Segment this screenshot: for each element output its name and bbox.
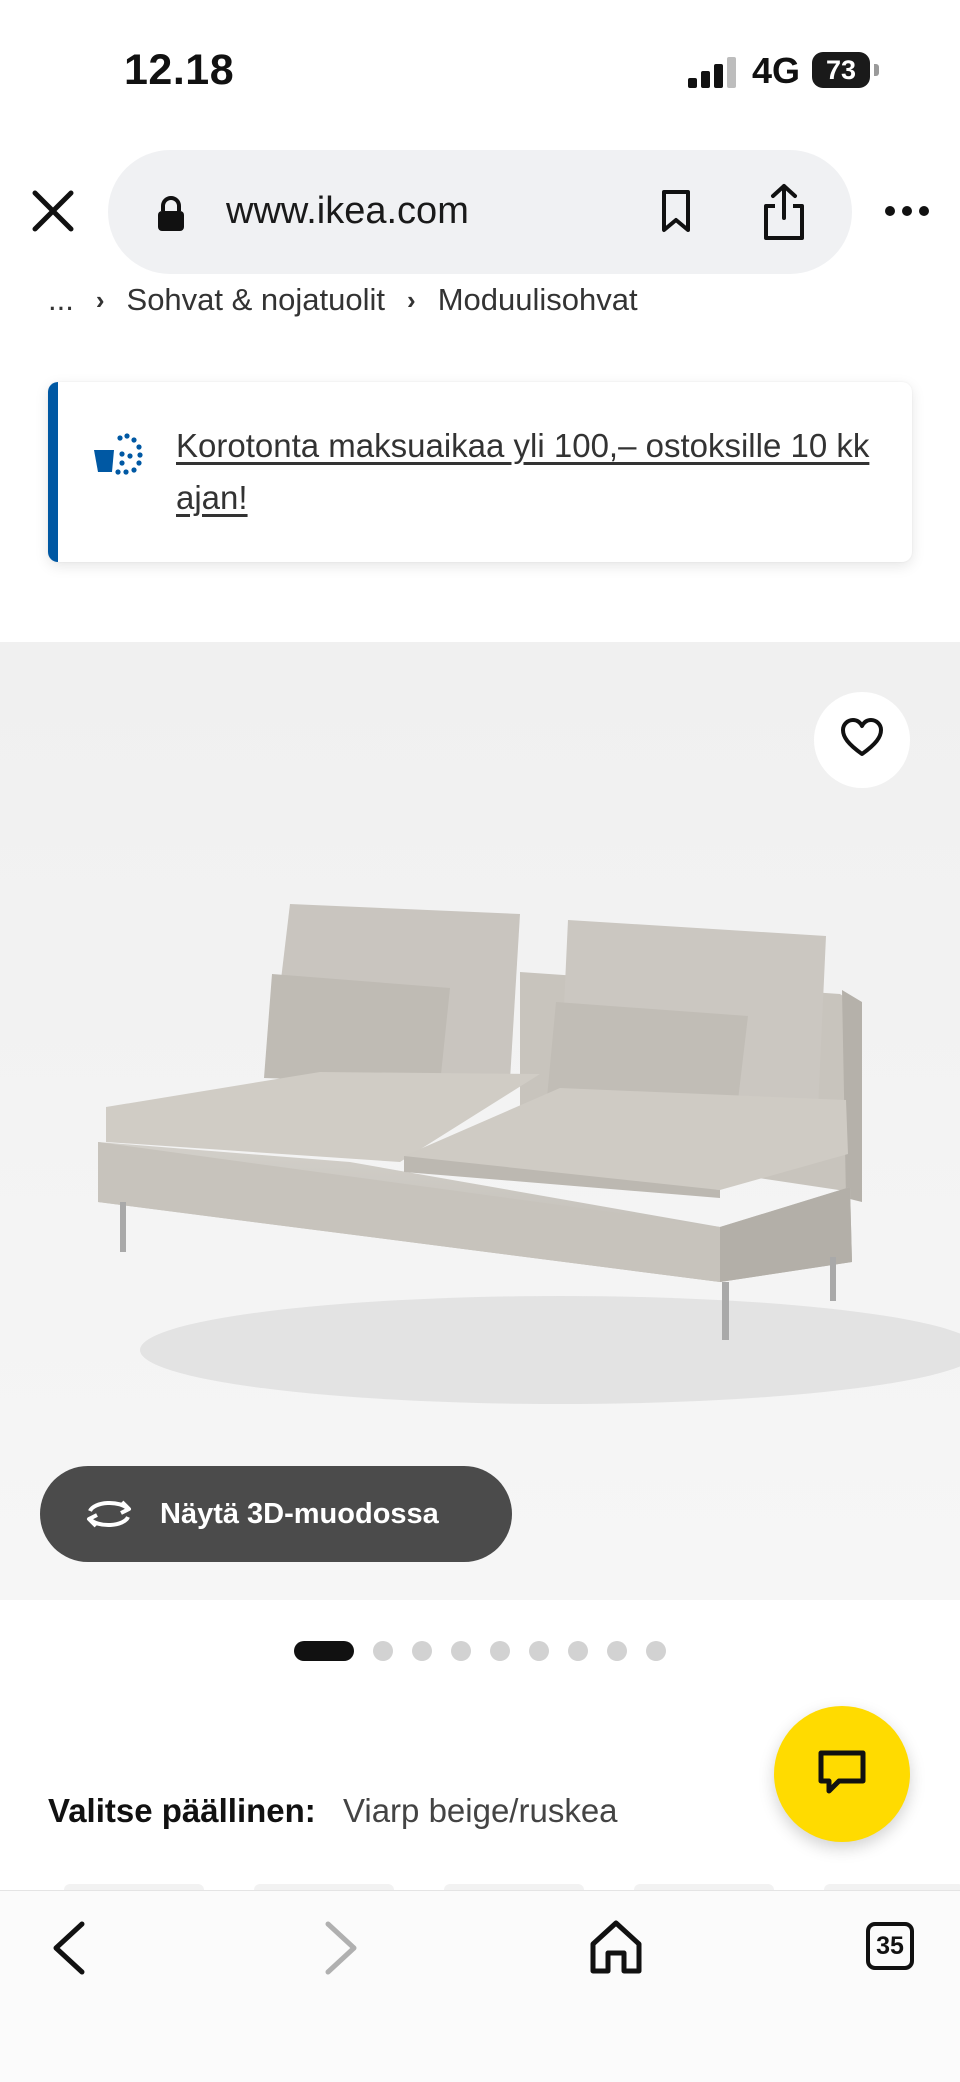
carousel-dot[interactable] <box>373 1641 393 1661</box>
carousel-dot[interactable] <box>646 1641 666 1661</box>
battery-cap <box>874 64 879 76</box>
promo-accent-bar <box>48 382 58 562</box>
carousel-dot[interactable] <box>294 1641 354 1661</box>
promo-link[interactable]: Korotonta maksuaikaa yli 100,– ostoksill… <box>176 420 888 524</box>
url-text[interactable]: www.ikea.com <box>226 190 469 233</box>
lock-icon <box>156 196 186 232</box>
chat-icon <box>817 1749 867 1800</box>
view-3d-button[interactable]: Näytä 3D-muodossa <box>40 1466 512 1562</box>
address-bar[interactable] <box>108 150 852 274</box>
breadcrumb-item-sofas[interactable]: Sohvat & nojatuolit <box>127 282 386 318</box>
carousel-dot[interactable] <box>490 1641 510 1661</box>
breadcrumb: ... › Sohvat & nojatuolit › Moduulisohva… <box>48 282 638 318</box>
signal-icon <box>688 56 736 88</box>
status-time: 12.18 <box>124 46 235 94</box>
browser-toolbar <box>0 1890 960 2082</box>
home-icon[interactable] <box>588 1918 644 1976</box>
cover-value: Viarp beige/ruskea <box>342 1792 618 1829</box>
breadcrumb-item-modular-sofas[interactable]: Moduulisohvat <box>438 282 638 318</box>
rotate-3d-icon <box>87 1500 131 1528</box>
close-icon[interactable] <box>30 188 76 234</box>
network-type: 4G <box>752 50 801 91</box>
carousel-dot[interactable] <box>451 1641 471 1661</box>
more-icon[interactable] <box>884 202 930 220</box>
carousel-dot[interactable] <box>568 1641 588 1661</box>
view-3d-label: Näytä 3D-muodossa <box>160 1497 439 1530</box>
back-icon[interactable] <box>48 1920 90 1976</box>
promo-banner[interactable]: Korotonta maksuaikaa yli 100,– ostoksill… <box>48 382 912 562</box>
breadcrumb-ellipsis[interactable]: ... <box>48 282 74 318</box>
favorite-button[interactable] <box>814 692 910 788</box>
carousel-dot[interactable] <box>607 1641 627 1661</box>
product-image[interactable] <box>0 642 960 1600</box>
installment-icon <box>92 432 144 476</box>
heart-icon <box>840 717 884 763</box>
cover-selection[interactable]: Valitse päällinen: Viarp beige/ruskea <box>48 1792 618 1830</box>
carousel-dot[interactable] <box>529 1641 549 1661</box>
chat-button[interactable] <box>774 1706 910 1842</box>
image-carousel-indicator <box>294 1640 666 1662</box>
forward-icon[interactable] <box>320 1920 362 1976</box>
battery-indicator: 73 <box>812 52 870 88</box>
carousel-dot[interactable] <box>412 1641 432 1661</box>
bookmark-icon[interactable] <box>656 188 696 234</box>
chevron-right-icon: › <box>407 284 416 315</box>
chevron-right-icon: › <box>95 284 105 315</box>
share-icon[interactable] <box>758 182 810 242</box>
cover-label: Valitse päällinen: <box>48 1792 316 1829</box>
tabs-icon[interactable]: 35 <box>866 1922 914 1970</box>
